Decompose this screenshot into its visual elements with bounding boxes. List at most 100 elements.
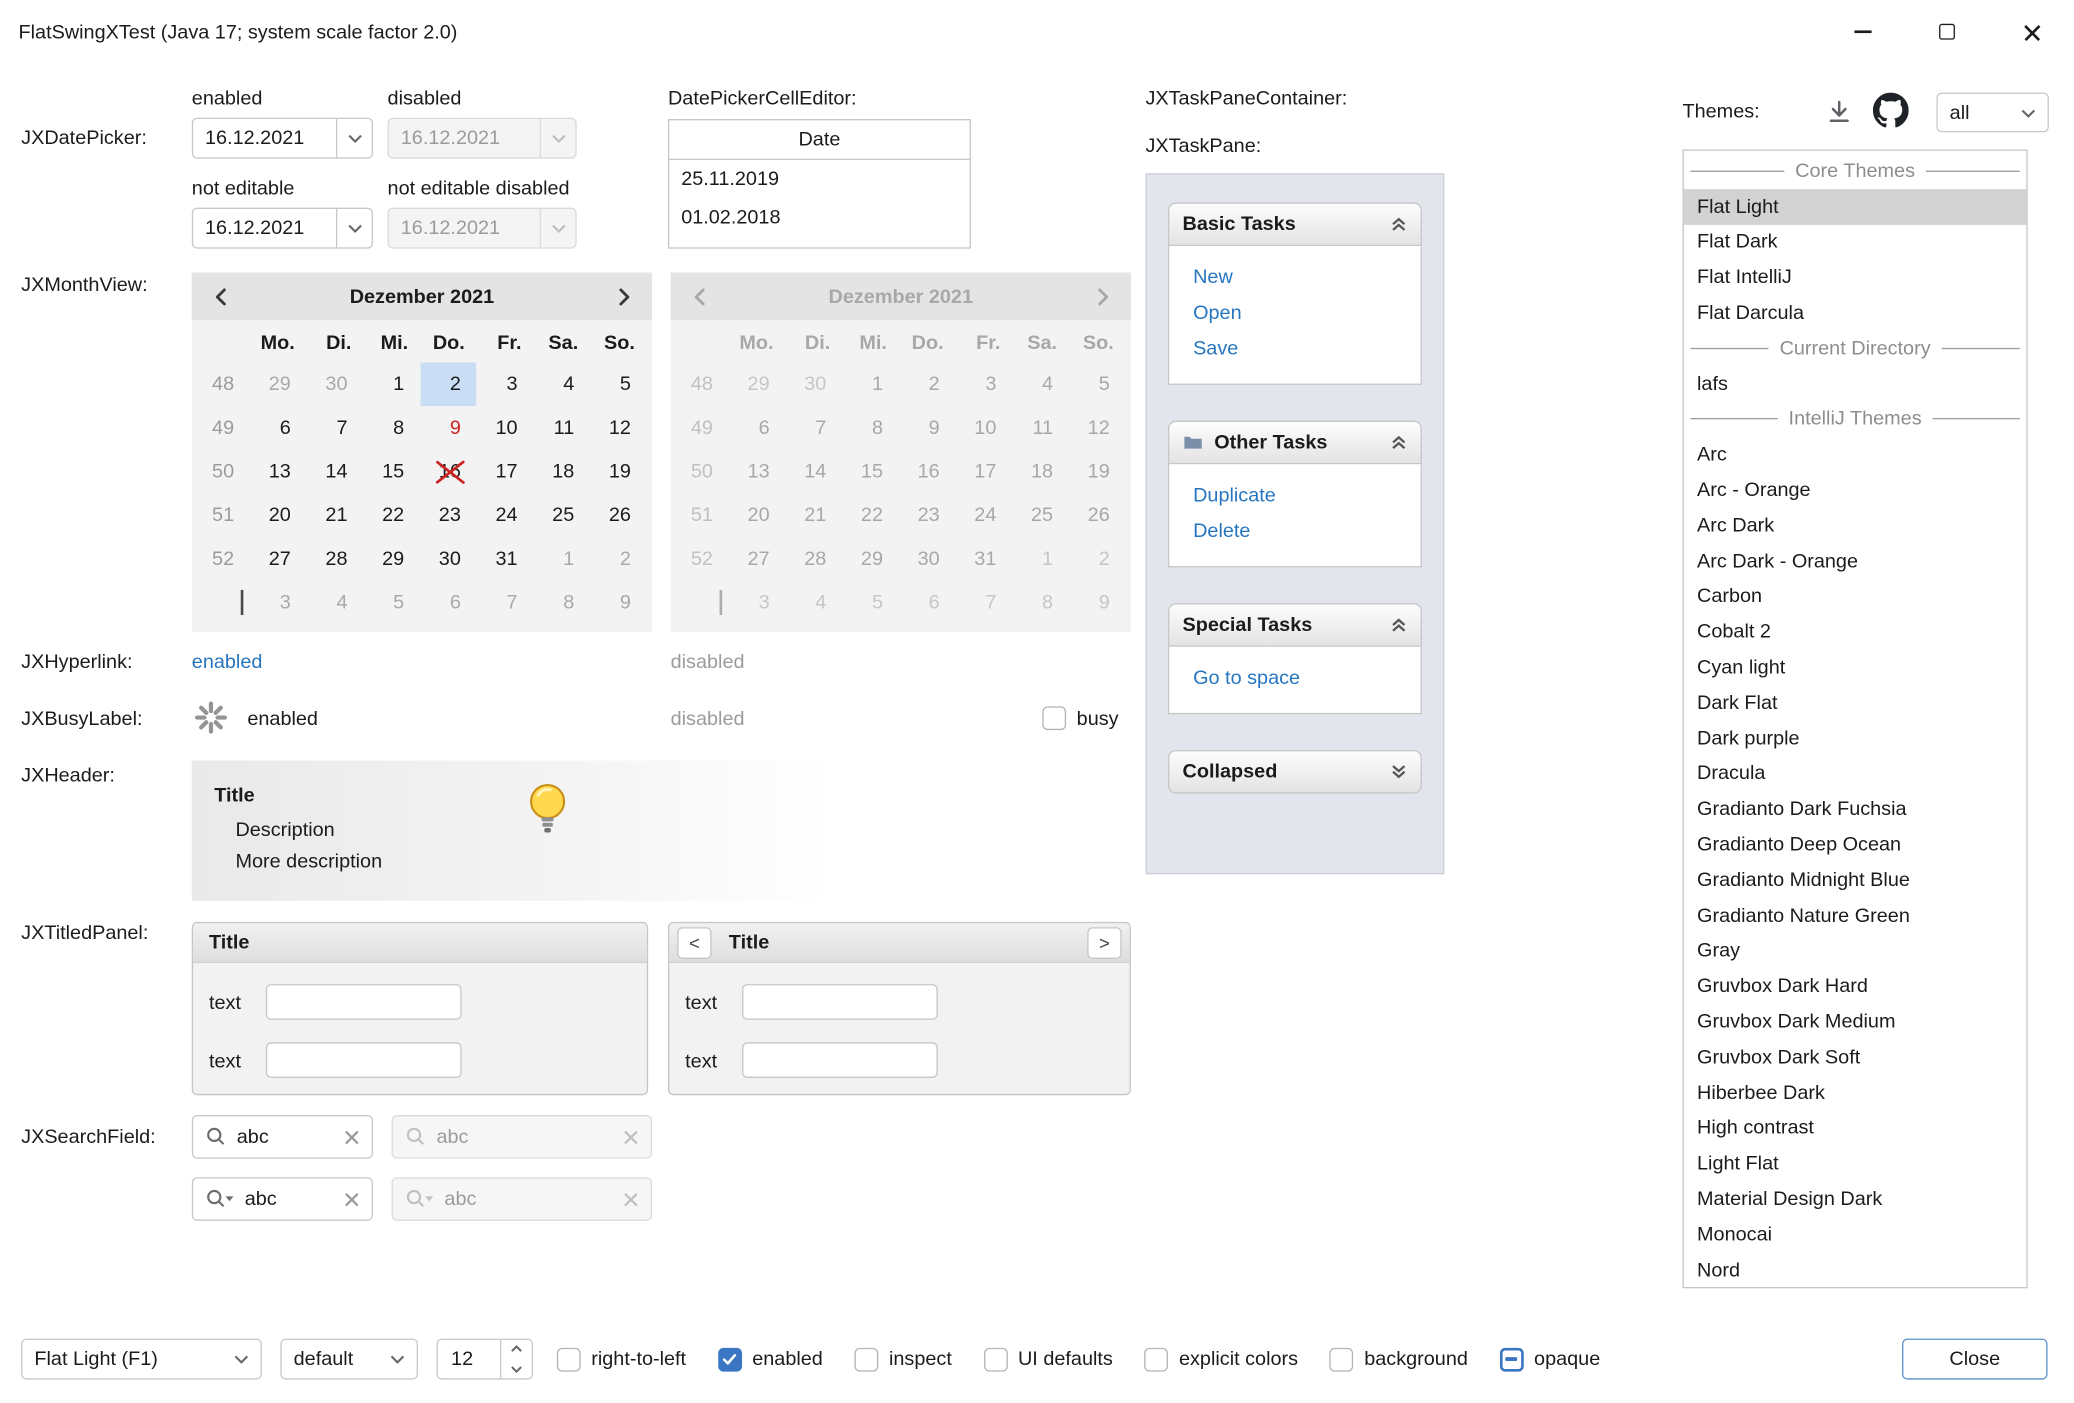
checkbox-opaque[interactable]: opaque [1500, 1347, 1601, 1371]
datepicker-dropdown-button[interactable] [336, 209, 372, 247]
clear-icon[interactable] [344, 1129, 360, 1145]
theme-list-item[interactable]: Gruvbox Dark Soft [1684, 1040, 2027, 1075]
datepicker-not-editable[interactable]: 16.12.2021 [192, 208, 373, 249]
calendar-day[interactable]: 20 [250, 493, 307, 537]
calendar-day[interactable]: 9 [420, 406, 477, 450]
calendar-day[interactable]: 7 [307, 406, 364, 450]
theme-list-item[interactable]: Dark purple [1684, 721, 2027, 756]
theme-list-item[interactable]: Gradianto Dark Fuchsia [1684, 791, 2027, 826]
taskpane-link[interactable]: Save [1193, 331, 1421, 367]
calendar-day[interactable]: 25 [533, 493, 590, 537]
theme-list-item[interactable]: Nord [1684, 1252, 2027, 1287]
calendar-day[interactable]: 3 [250, 581, 307, 625]
theme-list-item[interactable]: Gradianto Midnight Blue [1684, 862, 2027, 897]
theme-list-item[interactable]: Arc - Orange [1684, 472, 2027, 507]
close-button[interactable]: Close [1902, 1339, 2047, 1380]
theme-list-item[interactable]: Flat Light [1684, 189, 2027, 224]
calendar-day[interactable]: 18 [533, 450, 590, 494]
theme-list-item[interactable]: Arc Dark - Orange [1684, 543, 2027, 578]
checkbox-enabled[interactable]: enabled [718, 1347, 823, 1371]
theme-list-item[interactable]: Gruvbox Dark Medium [1684, 1004, 2027, 1039]
calendar-day[interactable]: 6 [420, 581, 477, 625]
theme-list-item[interactable]: Monocai [1684, 1217, 2027, 1252]
theme-list-item[interactable]: Dark Flat [1684, 685, 2027, 720]
datepicker-dropdown-button[interactable] [336, 119, 372, 157]
datepicker-value[interactable]: 16.12.2021 [193, 127, 336, 149]
theme-list-item[interactable]: High contrast [1684, 1110, 2027, 1145]
taskpane-link[interactable]: Duplicate [1193, 477, 1421, 513]
calendar-day[interactable]: 22 [363, 493, 420, 537]
taskpane-header[interactable]: Special Tasks [1168, 603, 1422, 647]
github-icon[interactable] [1873, 93, 1909, 129]
calendar-day[interactable]: 8 [363, 406, 420, 450]
calendar-day[interactable]: 24 [477, 493, 534, 537]
calendar-day[interactable]: 4 [533, 362, 590, 406]
theme-list-item[interactable]: Gradianto Nature Green [1684, 898, 2027, 933]
busy-checkbox[interactable]: busy [1042, 706, 1118, 730]
clear-icon[interactable] [344, 1191, 360, 1207]
calendar-day[interactable]: 2 [420, 362, 477, 406]
spinner-value[interactable]: 12 [438, 1340, 500, 1378]
datepicker-enabled[interactable]: 16.12.2021 [192, 118, 373, 159]
calendar-day[interactable]: 29 [363, 537, 420, 581]
theme-list-item[interactable]: Cobalt 2 [1684, 614, 2027, 649]
calendar-day[interactable]: 15 [363, 450, 420, 494]
calendar-day[interactable]: 5 [363, 581, 420, 625]
prev-month-button[interactable] [202, 278, 239, 315]
taskpane-link[interactable]: Delete [1193, 513, 1421, 549]
calendar-day[interactable]: 1 [363, 362, 420, 406]
theme-list-item[interactable]: Cyan light [1684, 650, 2027, 685]
laf-combo[interactable]: Flat Light (F1) [21, 1339, 262, 1380]
calendar-day[interactable]: 30 [420, 537, 477, 581]
panel-left-button[interactable]: < [677, 927, 711, 959]
themes-filter-combo[interactable]: all [1936, 93, 2048, 133]
spinner-up-button[interactable] [501, 1340, 531, 1359]
checkbox-explicit-colors[interactable]: explicit colors [1145, 1347, 1298, 1371]
text-field[interactable] [742, 984, 938, 1020]
checkbox-inspect[interactable]: inspect [855, 1347, 952, 1371]
calendar-day[interactable]: 3 [477, 362, 534, 406]
calendar-day[interactable]: 19 [590, 450, 647, 494]
calendar-day[interactable]: 9 [590, 581, 647, 625]
minimize-button[interactable] [1820, 0, 1905, 63]
spinner-down-button[interactable] [501, 1359, 531, 1378]
calendar-day[interactable]: 10 [477, 406, 534, 450]
theme-list-item[interactable]: Flat Dark [1684, 224, 2027, 259]
calendar-day[interactable]: 8 [533, 581, 590, 625]
calendar-day[interactable]: 16 [420, 450, 477, 494]
theme-list-item[interactable]: Gruvbox Dark Hard [1684, 969, 2027, 1004]
next-month-button[interactable] [604, 278, 641, 315]
theme-list-item[interactable]: Flat IntelliJ [1684, 260, 2027, 295]
search-field[interactable]: abc [192, 1115, 373, 1159]
checkbox-ui-defaults[interactable]: UI defaults [984, 1347, 1113, 1371]
text-field[interactable] [266, 984, 462, 1020]
taskpane-link[interactable]: New [1193, 259, 1421, 295]
table-row[interactable]: 25.11.2019 [669, 160, 969, 198]
taskpane-link[interactable]: Go to space [1193, 660, 1421, 696]
taskpane-header[interactable]: Other Tasks [1168, 421, 1422, 465]
theme-list-item[interactable]: Gray [1684, 933, 2027, 968]
calendar-day[interactable]: 1 [533, 537, 590, 581]
theme-list-item[interactable]: Arc [1684, 437, 2027, 472]
calendar-day[interactable]: 14 [307, 450, 364, 494]
window-close-button[interactable] [1989, 0, 2074, 63]
calendar-day[interactable]: 28 [307, 537, 364, 581]
calendar-day[interactable]: 23 [420, 493, 477, 537]
calendar-day[interactable]: 6 [250, 406, 307, 450]
table-column-header[interactable]: Date [669, 120, 969, 160]
calendar-day[interactable]: 12 [590, 406, 647, 450]
taskpane-link[interactable]: Open [1193, 295, 1421, 331]
text-field[interactable] [266, 1042, 462, 1078]
theme-list-item[interactable]: Carbon [1684, 579, 2027, 614]
theme-list-item[interactable]: Material Design Dark [1684, 1181, 2027, 1216]
theme-list-item[interactable]: Light Flat [1684, 1146, 2027, 1181]
theme-list-item[interactable]: Gradianto Deep Ocean [1684, 827, 2027, 862]
calendar-day[interactable]: 21 [307, 493, 364, 537]
taskpane-header[interactable]: Basic Tasks [1168, 202, 1422, 246]
theme-list-item[interactable]: Hiberbee Dark [1684, 1075, 2027, 1110]
calendar-day[interactable]: 13 [250, 450, 307, 494]
font-size-spinner[interactable]: 12 [436, 1339, 533, 1380]
calendar-day[interactable]: 30 [307, 362, 364, 406]
checkbox-background[interactable]: background [1330, 1347, 1468, 1371]
panel-right-button[interactable]: > [1087, 927, 1121, 959]
